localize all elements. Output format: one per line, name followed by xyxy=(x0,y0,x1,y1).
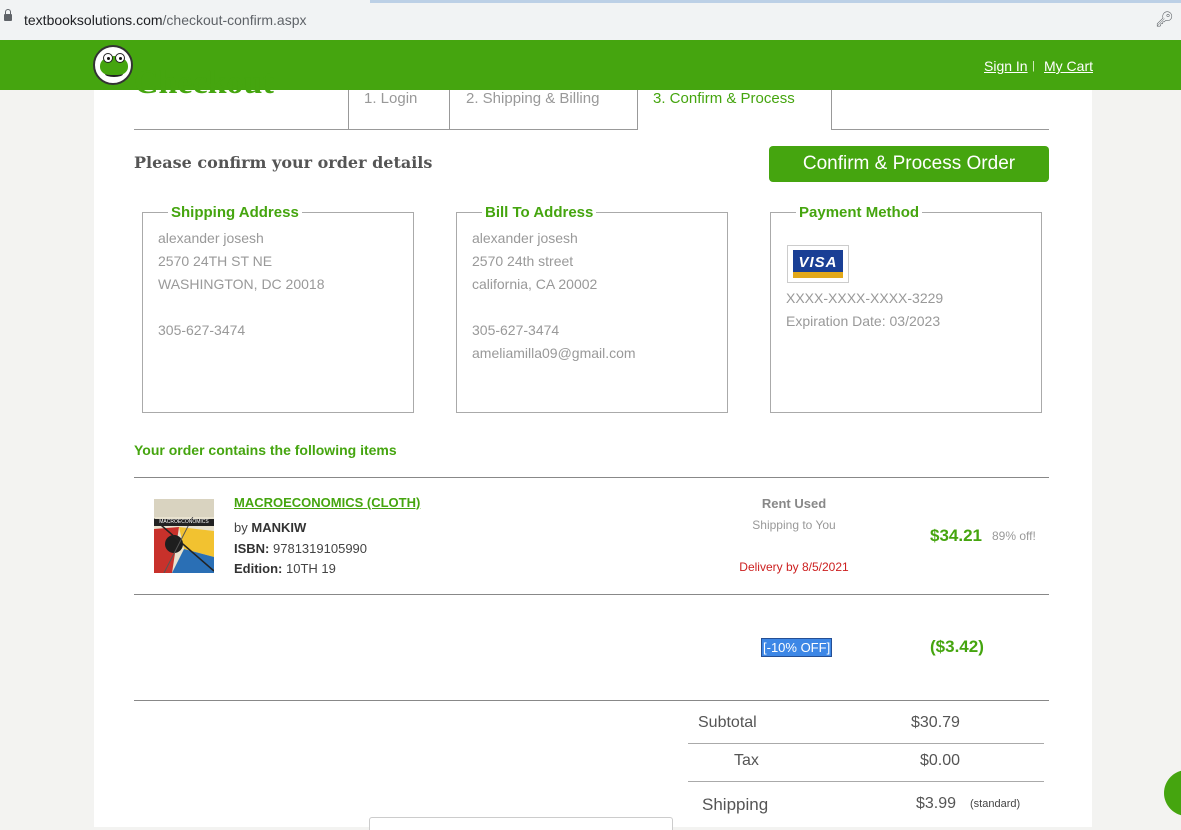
shipping-address-box: Shipping Address alexander josesh 2570 2… xyxy=(142,204,414,413)
page-title: Checkout xyxy=(134,64,274,97)
header-separator: | xyxy=(1032,60,1035,72)
payment-method-box: Payment Method VISA XXXX-XXXX-XXXX-3229 … xyxy=(770,204,1042,413)
book-isbn: ISBN: 9781319105990 xyxy=(234,541,367,556)
frog-eye-icon xyxy=(115,53,125,63)
address-line: 2570 24th street xyxy=(472,253,574,269)
frog-logo[interactable] xyxy=(93,45,133,85)
phone-line: 305-627-3474 xyxy=(158,322,246,338)
bill-to-address-legend: Bill To Address xyxy=(485,204,594,221)
address-line xyxy=(158,296,413,319)
browser-address-bar: textbooksolutions.com/checkout-confirm.a… xyxy=(0,0,1181,40)
discount-badge: 89% off! xyxy=(992,529,1036,543)
item-price: $34.21 xyxy=(930,526,982,545)
confirm-process-order-button[interactable]: Confirm & Process Order xyxy=(769,146,1049,182)
address-line: 2570 24TH ST NE xyxy=(158,253,273,269)
step-login-tab[interactable]: 1. Login xyxy=(348,90,449,130)
bill-to-address-box: Bill To Address alexander josesh 2570 24… xyxy=(456,204,728,413)
summary-divider xyxy=(688,781,1044,782)
divider xyxy=(134,700,1049,701)
items-heading: Your order contains the following items xyxy=(134,442,397,458)
tax-value: $0.00 xyxy=(920,752,961,769)
email-line: ameliamilla09@gmail.com xyxy=(472,345,636,361)
subtotal-label: Subtotal xyxy=(698,714,757,731)
book-cover-title: MACROECONOMICS xyxy=(154,519,214,526)
sign-in-link[interactable]: Sign In xyxy=(984,58,1028,74)
address-line: alexander josesh xyxy=(158,230,264,246)
phone-line: 305-627-3474 xyxy=(472,322,560,338)
step-label: 1. Login xyxy=(364,90,418,107)
divider xyxy=(134,594,1049,595)
divider xyxy=(134,477,1049,478)
address-line: alexander josesh xyxy=(472,230,578,246)
promo-discount-amount: ($3.42) xyxy=(930,637,984,656)
book-cover-image[interactable]: MACROECONOMICS xyxy=(154,499,214,573)
edition-label: Edition: xyxy=(234,561,283,576)
address-line: california, CA 20002 xyxy=(472,276,598,292)
key-icon[interactable]: 🔑︎ xyxy=(1155,10,1174,28)
lock-icon[interactable] xyxy=(4,9,12,21)
frog-eye-icon xyxy=(103,53,113,63)
card-expiration: Expiration Date: 03/2023 xyxy=(786,313,941,329)
step-shipping-billing-tab[interactable]: 2. Shipping & Billing xyxy=(449,90,637,130)
tab-strip-edge xyxy=(370,0,1181,3)
book-title-link[interactable]: MACROECONOMICS (CLOTH) xyxy=(234,495,420,510)
address-line: WASHINGTON, DC 20018 xyxy=(158,276,325,292)
address-line xyxy=(472,296,727,319)
rental-type: Rent Used xyxy=(761,496,827,511)
tab-divider xyxy=(832,129,1049,130)
bottom-panel-tab xyxy=(369,817,673,830)
summary-divider xyxy=(688,743,1044,744)
card-number: XXXX-XXXX-XXXX-3229 xyxy=(786,290,944,306)
promo-discount-label: [-10% OFF] xyxy=(761,638,833,657)
step-label: 2. Shipping & Billing xyxy=(466,90,600,107)
visa-card-icon: VISA xyxy=(787,245,849,283)
isbn-value: 9781319105990 xyxy=(273,541,368,556)
step-label: 3. Confirm & Process xyxy=(653,90,795,107)
book-edition: Edition: 10TH 19 xyxy=(234,561,336,576)
step-confirm-process-tab[interactable]: 3. Confirm & Process xyxy=(637,90,832,130)
frog-mouth-icon xyxy=(105,71,123,77)
shipping-label: Shipping xyxy=(702,795,769,814)
url-host: textbooksolutions.com xyxy=(24,12,163,28)
shipping-address-legend: Shipping Address xyxy=(171,204,299,221)
confirm-heading: Please confirm your order details xyxy=(134,153,433,172)
edition-value: 10TH 19 xyxy=(286,561,336,576)
delivery-date: Delivery by 8/5/2021 xyxy=(739,560,849,574)
my-cart-link[interactable]: My Cart xyxy=(1044,58,1093,74)
author-name: MANKIW xyxy=(251,520,307,535)
url-path: /checkout-confirm.aspx xyxy=(162,12,307,28)
shipping-method-text: Shipping to You xyxy=(752,518,836,532)
url-field[interactable]: textbooksolutions.com/checkout-confirm.a… xyxy=(24,12,306,28)
payment-method-legend: Payment Method xyxy=(799,204,920,221)
book-author: by MANKIW xyxy=(234,520,306,535)
tab-divider xyxy=(134,129,348,130)
subtotal-value: $30.79 xyxy=(911,714,960,731)
shipping-method-note: (standard) xyxy=(970,798,1021,810)
isbn-label: ISBN: xyxy=(234,541,270,556)
chat-widget-button[interactable] xyxy=(1164,770,1181,816)
shipping-value: $3.99 xyxy=(916,795,957,812)
tax-label: Tax xyxy=(734,752,759,769)
by-label: by xyxy=(234,520,248,535)
